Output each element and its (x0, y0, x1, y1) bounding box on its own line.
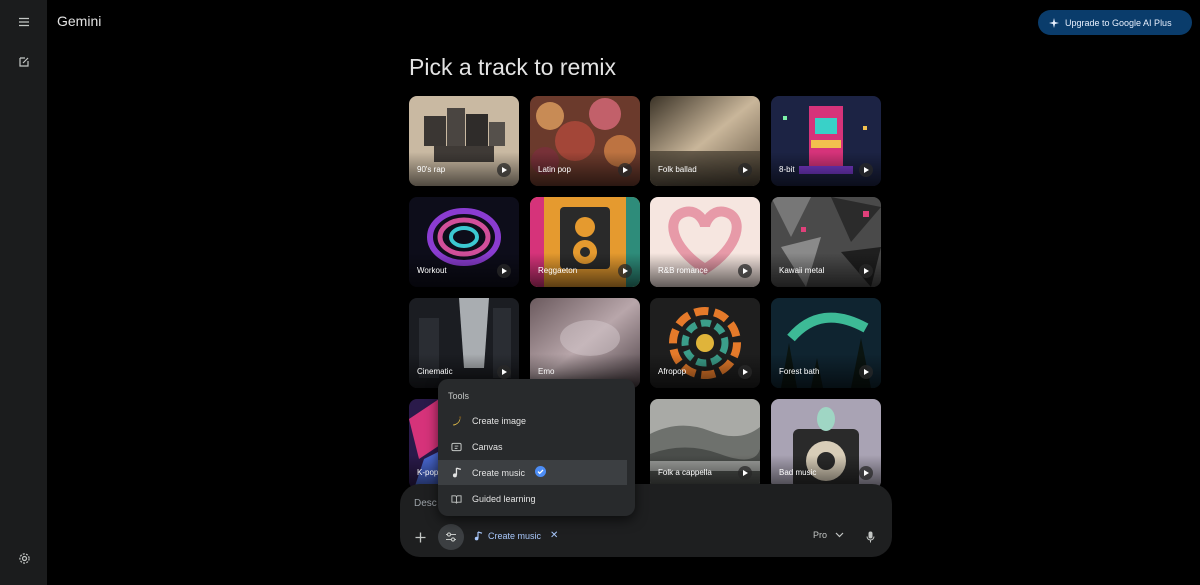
track-tile-folk-a-cappella[interactable]: Folk a cappella (650, 399, 760, 489)
track-label: R&B romance (658, 266, 708, 275)
music-note-icon (474, 530, 483, 540)
play-button[interactable] (738, 264, 752, 278)
menu-item-create-image[interactable]: Create image (438, 408, 628, 433)
play-button[interactable] (618, 264, 632, 278)
track-tile-afropop[interactable]: Afropop (650, 298, 760, 388)
menu-icon (19, 17, 29, 27)
microphone-icon (866, 531, 874, 543)
track-tile-cinematic[interactable]: Cinematic (409, 298, 519, 388)
chevron-down-icon (835, 532, 844, 538)
book-icon (451, 493, 462, 504)
menu-item-create-music[interactable]: Create music (438, 460, 627, 485)
play-button[interactable] (497, 163, 511, 177)
track-tile-reggaeton[interactable]: Reggaeton (530, 197, 640, 287)
tools-button[interactable] (438, 524, 464, 550)
track-label: Latin pop (538, 165, 571, 174)
track-label: Forest bath (779, 367, 820, 376)
canvas-icon (451, 441, 462, 452)
track-label: Kawaii metal (779, 266, 825, 275)
main-menu-button[interactable] (11, 9, 37, 35)
track-tile-emo[interactable]: Emo (530, 298, 640, 388)
play-icon (502, 167, 507, 173)
play-icon (743, 268, 748, 274)
settings-button[interactable] (11, 545, 37, 571)
track-label: Bad music (779, 468, 817, 477)
play-button[interactable] (618, 163, 632, 177)
model-selector[interactable]: Pro (813, 530, 844, 540)
model-label: Pro (813, 530, 828, 540)
track-label: 8-bit (779, 165, 795, 174)
microphone-button[interactable] (857, 524, 883, 550)
active-tool-label: Create music (488, 530, 542, 541)
track-tile-forest-bath[interactable]: Forest bath (771, 298, 881, 388)
track-tile-kawaii-metal[interactable]: Kawaii metal (771, 197, 881, 287)
upgrade-label: Upgrade to Google AI Plus (1065, 17, 1172, 28)
track-tile-latin-pop[interactable]: Latin pop (530, 96, 640, 186)
play-icon (743, 167, 748, 173)
tune-icon (446, 532, 456, 542)
tools-menu: Tools Create image Canvas Create music G… (438, 379, 635, 516)
upgrade-button[interactable]: Upgrade to Google AI Plus (1038, 10, 1192, 35)
menu-item-label: Create image (472, 415, 527, 426)
side-rail (0, 0, 47, 585)
add-button[interactable] (407, 524, 433, 550)
edit-icon (19, 57, 29, 67)
play-icon (502, 369, 507, 375)
play-icon (502, 268, 507, 274)
menu-item-label: Guided learning (472, 493, 536, 504)
play-button[interactable] (859, 365, 873, 379)
play-icon (864, 369, 869, 375)
sparkle-icon (1049, 17, 1059, 28)
track-label: Folk ballad (658, 165, 697, 174)
play-button[interactable] (738, 365, 752, 379)
plus-icon (415, 532, 425, 542)
track-tile-rnb-romance[interactable]: R&B romance (650, 197, 760, 287)
menu-item-label: Canvas (472, 441, 503, 452)
play-button[interactable] (859, 163, 873, 177)
play-icon (743, 369, 748, 375)
active-tool-chip[interactable]: Create music ✕ (474, 530, 558, 541)
play-icon (864, 167, 869, 173)
track-tile-bad-music[interactable]: Bad music (771, 399, 881, 489)
track-tile-workout[interactable]: Workout (409, 197, 519, 287)
play-icon (623, 167, 628, 173)
remove-tool-icon[interactable]: ✕ (550, 530, 558, 541)
track-tile-folk-ballad[interactable]: Folk ballad (650, 96, 760, 186)
track-label: Reggaeton (538, 266, 578, 275)
selected-check-icon (535, 466, 547, 479)
track-tile-8-bit[interactable]: 8-bit (771, 96, 881, 186)
play-button[interactable] (859, 466, 873, 480)
track-tile-90s-rap[interactable]: 90's rap (409, 96, 519, 186)
track-label: Emo (538, 367, 555, 376)
menu-item-guided-learning[interactable]: Guided learning (438, 486, 628, 511)
track-label: Afropop (658, 367, 687, 376)
gear-icon (18, 552, 30, 564)
play-icon (623, 268, 628, 274)
brand-title[interactable]: Gemini (57, 13, 101, 29)
play-icon (864, 268, 869, 274)
play-button[interactable] (497, 365, 511, 379)
new-chat-button[interactable] (11, 49, 37, 75)
gemini-app: Gemini Upgrade to Google AI Plus Pick a … (0, 0, 1200, 585)
play-icon (743, 470, 748, 476)
play-button[interactable] (738, 466, 752, 480)
track-label: Workout (417, 266, 447, 275)
music-note-icon (451, 467, 462, 478)
prompt-input[interactable]: Desc (414, 498, 437, 509)
track-label: Cinematic (417, 367, 453, 376)
play-icon (864, 470, 869, 476)
tools-menu-title: Tools (448, 391, 470, 401)
banana-icon (451, 415, 462, 426)
track-label: 90's rap (417, 165, 446, 174)
play-button[interactable] (859, 264, 873, 278)
play-button[interactable] (497, 264, 511, 278)
page-title: Pick a track to remix (409, 54, 617, 80)
menu-item-canvas[interactable]: Canvas (438, 434, 628, 459)
track-label: Folk a cappella (658, 468, 712, 477)
track-label: K-pop (417, 468, 439, 477)
menu-item-label: Create music (472, 467, 526, 478)
play-button[interactable] (738, 163, 752, 177)
